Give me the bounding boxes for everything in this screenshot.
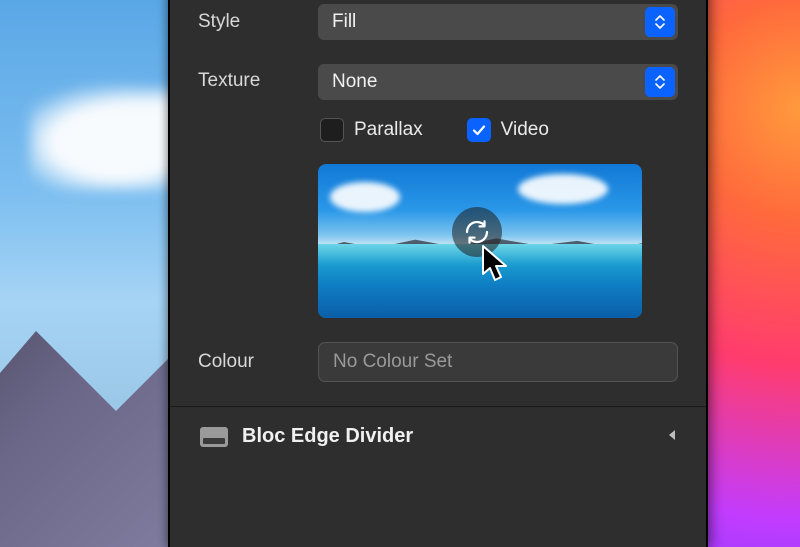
texture-select[interactable]: None xyxy=(318,64,678,100)
wallpaper-mountain xyxy=(0,267,180,547)
parallax-checkbox-label: Parallax xyxy=(354,119,423,141)
style-select[interactable]: Fill xyxy=(318,4,678,40)
edge-divider-icon xyxy=(200,427,228,447)
texture-row: Texture None Parallax Video xyxy=(198,64,678,318)
video-checkbox-label: Video xyxy=(501,119,549,141)
section-header[interactable]: Bloc Edge Divider xyxy=(198,421,678,448)
style-row: Style Fill xyxy=(198,4,678,40)
style-label: Style xyxy=(198,11,318,33)
colour-well[interactable]: No Colour Set xyxy=(318,342,678,382)
inspector-panel: Style Fill Texture None xyxy=(168,0,708,547)
video-checkbox[interactable]: Video xyxy=(467,118,549,142)
texture-label: Texture xyxy=(198,64,318,92)
thumbnail-cloud xyxy=(330,182,400,212)
thumbnail-cloud xyxy=(518,174,608,204)
colour-value: No Colour Set xyxy=(333,351,452,373)
checkbox-box xyxy=(320,118,344,142)
texture-select-value: None xyxy=(332,71,377,93)
refresh-overlay[interactable] xyxy=(452,207,502,257)
parallax-checkbox[interactable]: Parallax xyxy=(320,118,423,142)
background-thumbnail[interactable] xyxy=(318,164,642,318)
colour-row: Colour No Colour Set xyxy=(198,342,678,382)
colour-label: Colour xyxy=(198,351,318,373)
updown-icon xyxy=(645,7,675,37)
style-select-value: Fill xyxy=(332,11,356,33)
wallpaper-sky xyxy=(0,0,180,547)
checkbox-box-checked xyxy=(467,118,491,142)
section-title: Bloc Edge Divider xyxy=(242,425,652,448)
refresh-icon xyxy=(462,217,492,247)
updown-icon xyxy=(645,67,675,97)
checkbox-row: Parallax Video xyxy=(318,118,678,142)
wallpaper-cloud xyxy=(30,70,180,190)
disclosure-triangle-icon[interactable] xyxy=(666,426,678,448)
checkmark-icon xyxy=(472,123,486,137)
section-divider xyxy=(170,406,706,407)
